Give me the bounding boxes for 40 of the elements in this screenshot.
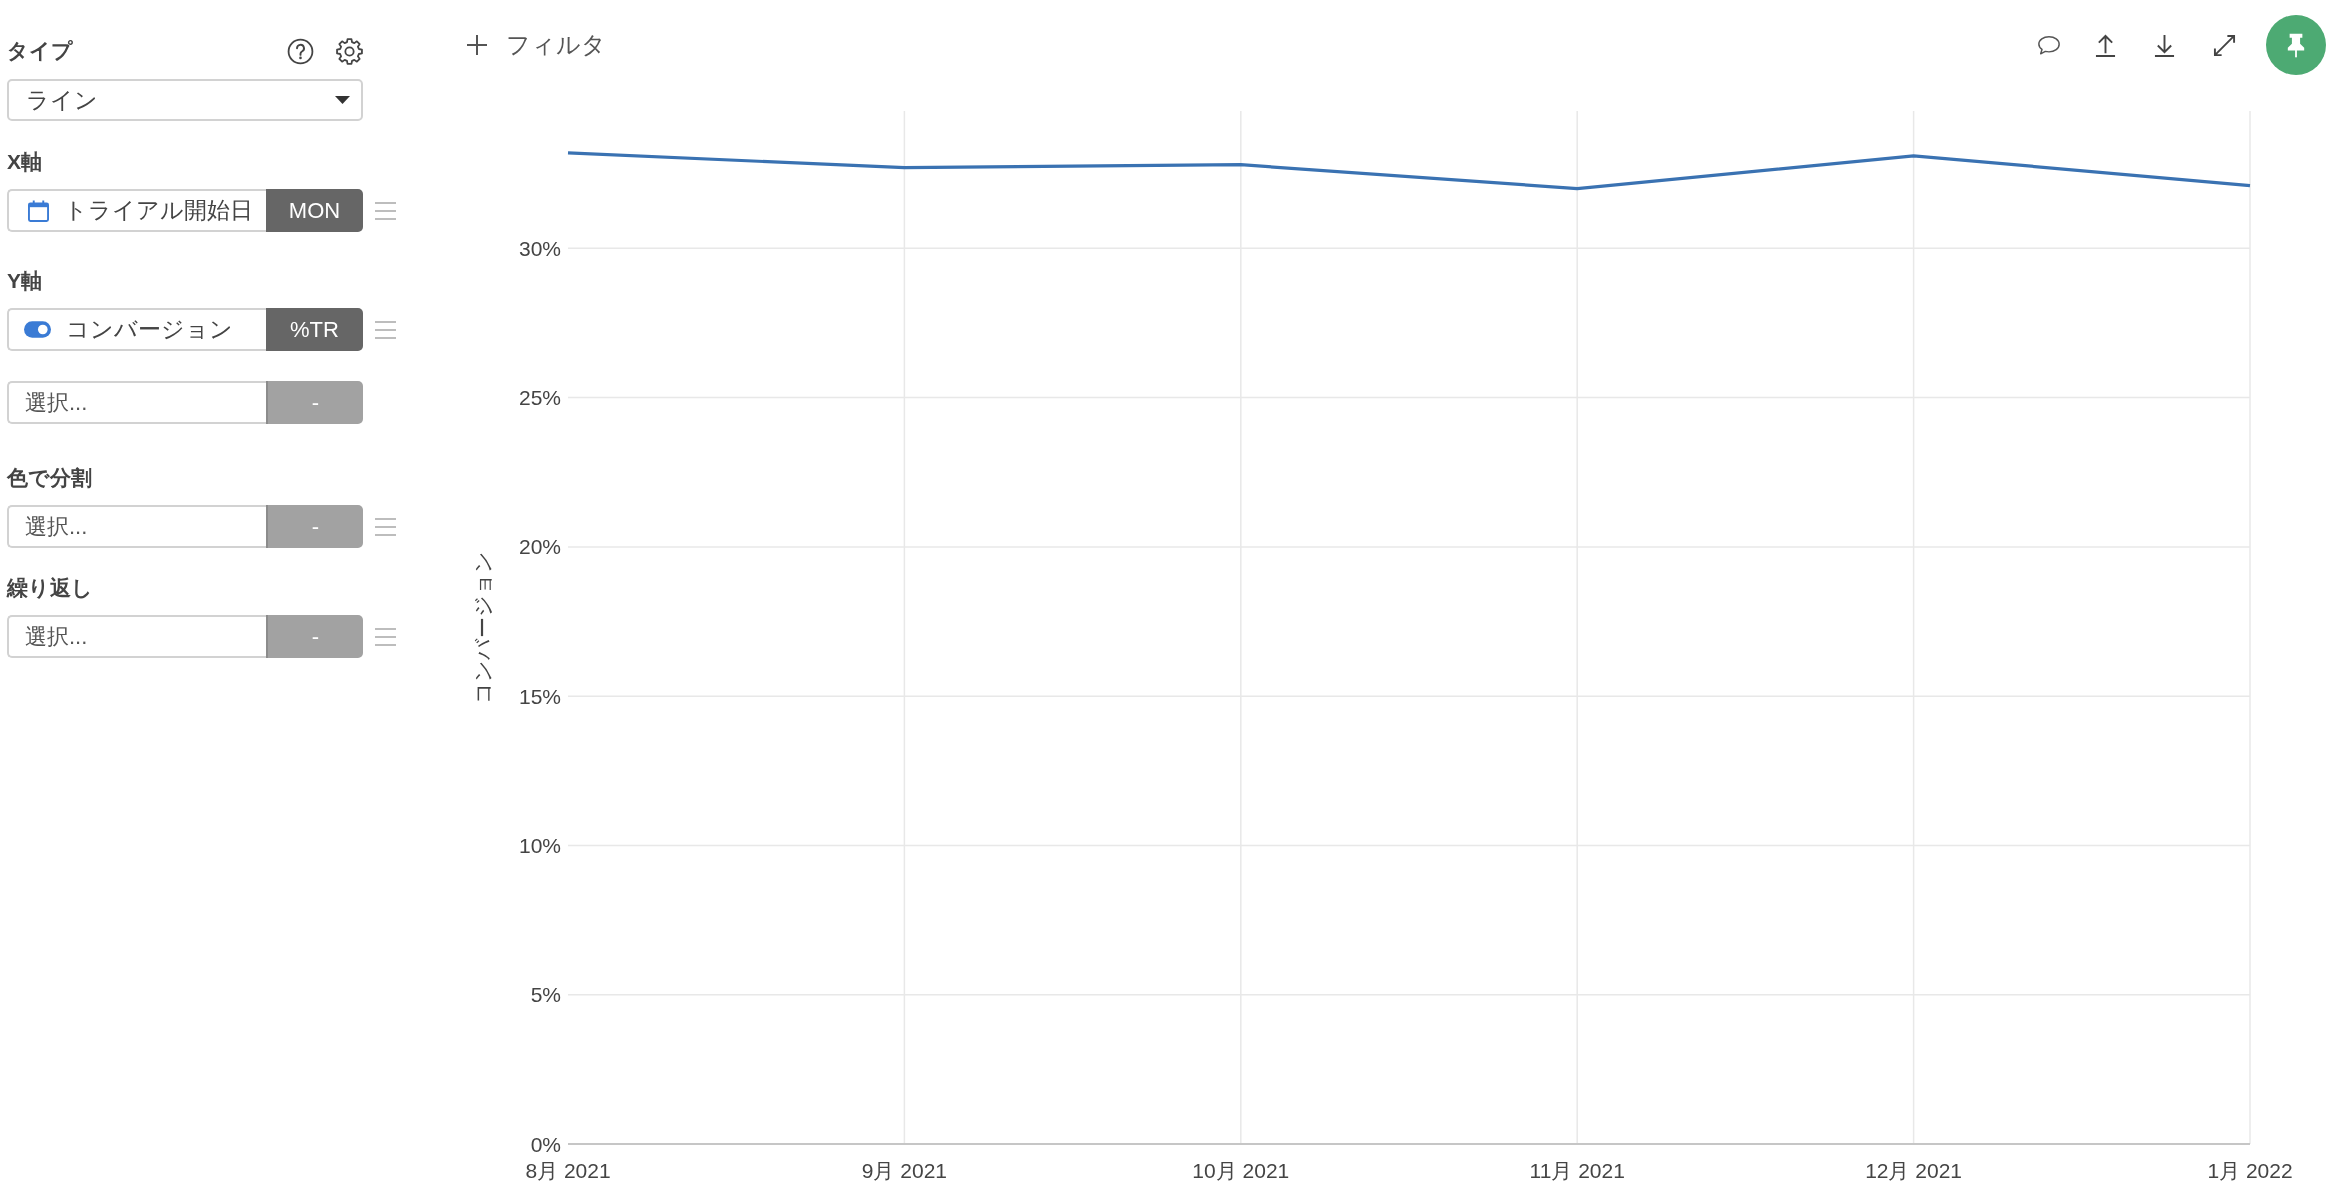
caret-icon	[335, 96, 350, 104]
section-label: タイプ	[7, 39, 73, 63]
aggregation-button[interactable]: %TR	[266, 308, 363, 351]
x-tick-label: 8月 2021	[525, 1158, 611, 1182]
download-icon[interactable]	[2154, 33, 2175, 57]
x-tick-label: 1月 2022	[2207, 1158, 2293, 1182]
speech-bubble-icon[interactable]	[2037, 34, 2061, 56]
section-label: 色で分割	[7, 466, 92, 490]
y-tick-label: 10%	[518, 833, 561, 857]
pin-icon	[2286, 32, 2306, 58]
x-tick-label: 9月 2021	[861, 1158, 947, 1182]
aggregation-button[interactable]: MON	[266, 189, 363, 232]
section-label: 繰り返し	[7, 576, 93, 600]
y-tick-label: 15%	[518, 684, 561, 708]
y-tick-label: 20%	[518, 535, 561, 559]
section-label: Y軸	[7, 269, 42, 293]
y-tick-label: 25%	[518, 386, 561, 410]
select-field[interactable]: 選択...	[7, 615, 266, 658]
pin-button[interactable]	[2266, 15, 2326, 75]
y-tick-label: 0%	[530, 1132, 561, 1156]
upload-icon[interactable]	[2095, 33, 2116, 57]
field-select[interactable]: コンバージョン	[7, 308, 266, 351]
y-tick-label: 5%	[530, 983, 561, 1007]
toggle-icon	[24, 321, 51, 338]
section-label: X軸	[7, 150, 42, 174]
select-field[interactable]: 選択...	[7, 505, 266, 548]
settings-icon[interactable]	[336, 37, 363, 65]
help-icon[interactable]	[287, 37, 314, 65]
expand-icon[interactable]	[2213, 33, 2236, 57]
x-tick-label: 12月 2021	[1865, 1158, 1963, 1182]
plus-icon	[467, 35, 487, 55]
y-axis-title: コンバージョン	[470, 551, 494, 704]
x-tick-label: 11月 2021	[1529, 1158, 1625, 1182]
x-tick-label: 10月 2021	[1192, 1158, 1290, 1182]
field-select[interactable]: トライアル開始日	[7, 189, 266, 232]
calendar-icon	[28, 199, 49, 222]
chart-type-select[interactable]: ライン	[7, 79, 363, 121]
add-filter-button[interactable]: フィルタ	[467, 29, 606, 61]
y-tick-label: 30%	[518, 236, 561, 260]
select-field[interactable]: 選択...	[7, 381, 266, 424]
